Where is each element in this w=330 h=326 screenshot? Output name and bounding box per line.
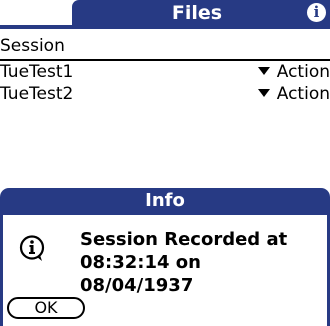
session-name[interactable]: TueTest1 — [0, 61, 73, 83]
action-dropdown[interactable]: Action — [257, 83, 330, 105]
dialog-body: Session Recorded at 08:32:14 on 08/04/19… — [3, 215, 327, 326]
dropdown-arrow-icon — [257, 89, 270, 97]
dialog-title: Info — [145, 190, 185, 211]
list-item[interactable]: TueTest2 Action — [0, 83, 330, 105]
app-title: Files — [171, 2, 223, 24]
action-label: Action — [276, 62, 330, 82]
list-header: Session — [0, 35, 330, 61]
message-line-2: 08:32:14 on 08/04/1937 — [80, 252, 201, 296]
action-dropdown[interactable]: Action — [257, 61, 330, 83]
message-line-1: Session Recorded at — [80, 229, 288, 250]
action-label: Action — [276, 84, 330, 104]
session-column-header: Session — [0, 36, 65, 56]
session-name[interactable]: TueTest2 — [0, 83, 73, 105]
list-item[interactable]: TueTest1 Action — [0, 61, 330, 83]
dropdown-arrow-icon — [257, 67, 270, 75]
title-bar: Files i — [0, 0, 330, 29]
info-icon — [19, 235, 45, 261]
dialog-message: Session Recorded at 08:32:14 on 08/04/19… — [80, 228, 320, 297]
info-dialog: Info Session Recorded at 08:32:14 on 08/… — [0, 188, 330, 326]
ok-button[interactable]: OK — [7, 297, 85, 319]
info-icon[interactable]: i — [307, 3, 326, 22]
